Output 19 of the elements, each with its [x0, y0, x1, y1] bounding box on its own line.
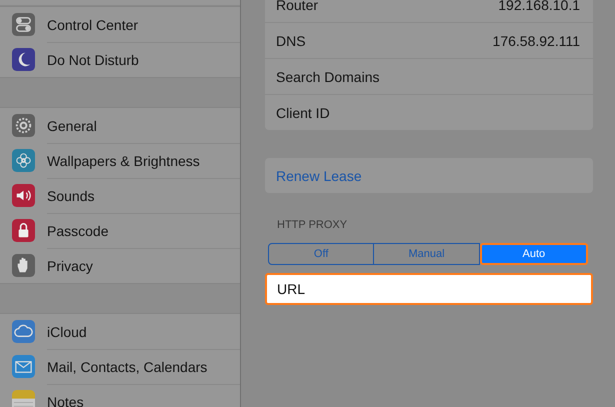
- sidebar-item[interactable]: iCloud: [0, 314, 240, 349]
- sidebar-item[interactable]: Control Center: [0, 7, 240, 42]
- row-value: 192.168.10.1: [498, 0, 580, 12]
- section-header: HTTP PROXY: [277, 219, 348, 231]
- row-value: 176.58.92.111: [492, 32, 580, 48]
- row-label: Client ID: [276, 104, 330, 120]
- sidebar-item[interactable]: Notes: [0, 384, 240, 407]
- sidebar-item[interactable]: Wallpapers & Brightness: [0, 143, 240, 178]
- segment-option[interactable]: Auto: [480, 243, 588, 265]
- row-label: DNS: [276, 32, 306, 48]
- sidebar-item[interactable]: General: [0, 108, 240, 143]
- row-label: Router: [276, 0, 318, 12]
- sidebar-item[interactable]: Passcode: [0, 213, 240, 248]
- sidebar-item[interactable]: Privacy: [0, 248, 240, 283]
- sidebar-item[interactable]: Sounds: [0, 178, 240, 213]
- sidebar-item[interactable]: Mail, Contacts, Calendars: [0, 349, 240, 384]
- sidebar-item[interactable]: Do Not Disturb: [0, 42, 240, 77]
- row-label: Search Domains: [276, 68, 380, 84]
- url-field[interactable]: URL: [265, 273, 593, 305]
